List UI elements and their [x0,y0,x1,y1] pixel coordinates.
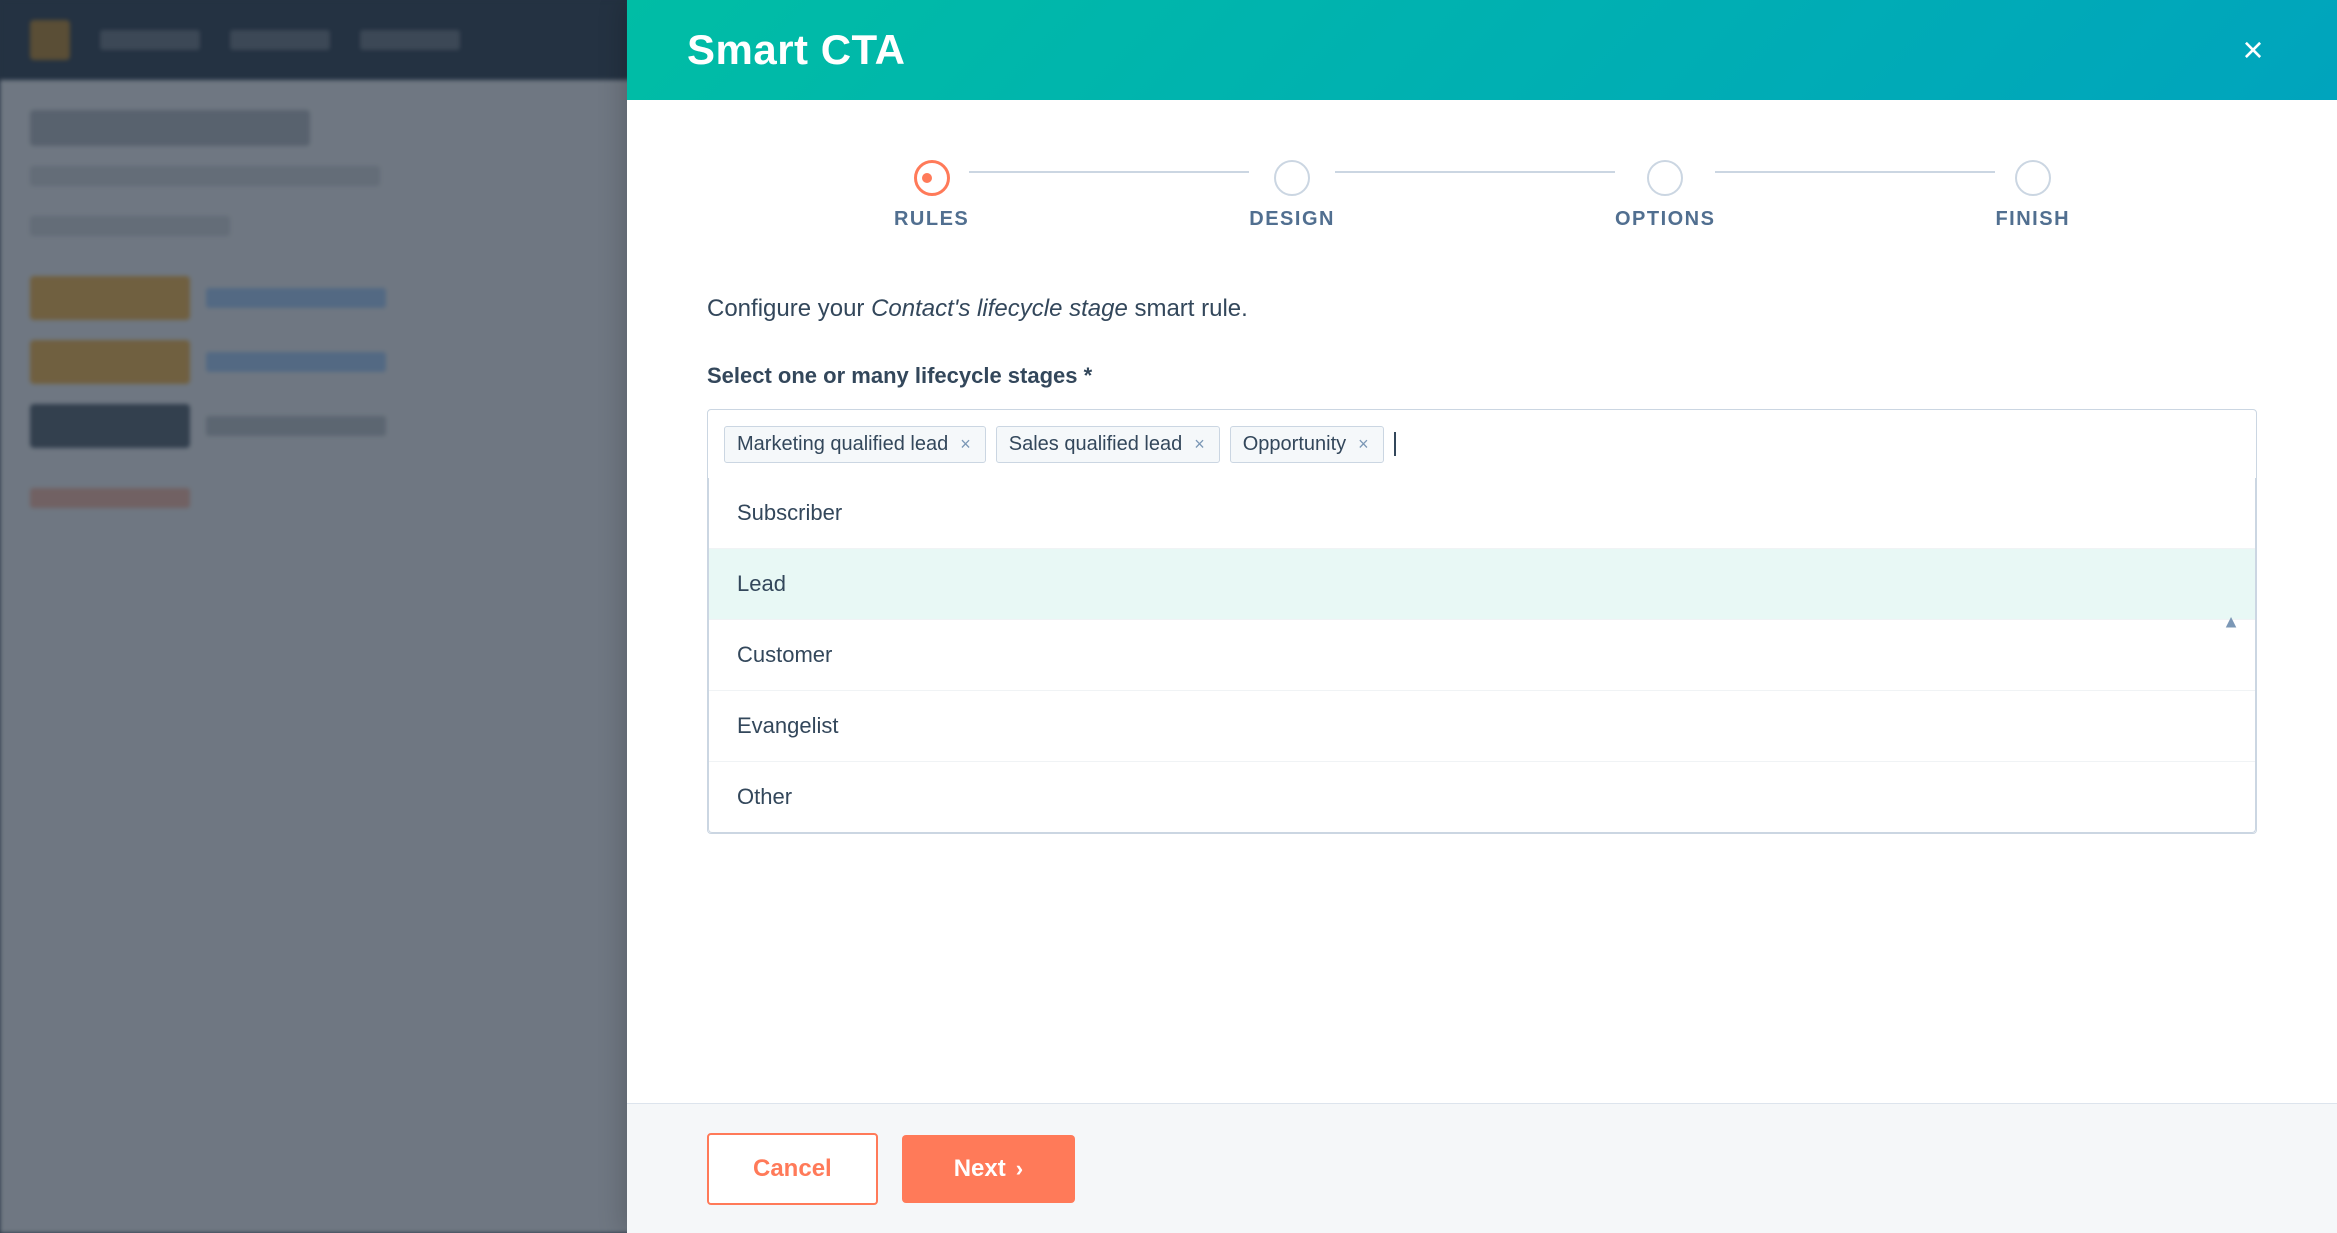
step-options: OPTIONS [1615,160,1716,231]
lifecycle-multiselect[interactable]: Marketing qualified lead × Sales qualifi… [707,409,2257,834]
description-italic: Contact's lifecycle stage [871,295,1128,322]
step-label-design: DESIGN [1249,208,1335,231]
multiselect-input-row[interactable]: Marketing qualified lead × Sales qualifi… [708,410,2256,478]
step-design: DESIGN [1249,160,1335,231]
multiselect-chevron[interactable]: ▲ [2222,611,2240,632]
multiselect-cursor [1394,432,1396,456]
step-finish: FINISH [1995,160,2070,231]
smart-cta-modal: Smart CTA × RULES DESIGN [627,0,2337,1233]
step-circle-rules [914,160,950,196]
stepper: RULES DESIGN OPTIONS FINISH [707,160,2257,231]
tag-sql-close[interactable]: × [1192,435,1207,453]
close-button[interactable]: × [2229,26,2277,74]
next-button[interactable]: Next › [902,1135,1075,1203]
dropdown-item-evangelist[interactable]: Evangelist [709,690,2255,761]
step-line-1 [969,171,1249,173]
step-label-rules: RULES [894,208,969,231]
tag-opp: Opportunity × [1230,426,1384,463]
dropdown-item-subscriber[interactable]: Subscriber [709,478,2255,548]
step-label-options: OPTIONS [1615,208,1716,231]
cancel-button[interactable]: Cancel [707,1133,878,1205]
next-button-label: Next [954,1155,1006,1183]
dropdown-item-lead[interactable]: Lead [709,548,2255,619]
modal-header: Smart CTA × [627,0,2337,100]
tag-mql-close[interactable]: × [958,435,973,453]
tag-mql-label: Marketing qualified lead [737,433,948,456]
description-after: smart rule. [1128,295,1248,322]
modal-title: Smart CTA [687,26,905,74]
step-line-3 [1715,171,1995,173]
modal-body: RULES DESIGN OPTIONS FINISH C [627,100,2337,1103]
dropdown-item-customer[interactable]: Customer [709,619,2255,690]
step-circle-finish [2015,160,2051,196]
lifecycle-dropdown: Subscriber Lead Customer Evangelist Othe… [708,478,2256,833]
step-circle-design [1274,160,1310,196]
tag-sql-label: Sales qualified lead [1009,433,1182,456]
next-arrow-icon: › [1016,1156,1023,1182]
tag-opp-close[interactable]: × [1356,435,1371,453]
modal-footer: Cancel Next › [627,1103,2337,1233]
tag-opp-label: Opportunity [1243,433,1346,456]
step-rules: RULES [894,160,969,231]
step-line-2 [1335,171,1615,173]
step-label-finish: FINISH [1995,208,2070,231]
dropdown-item-other[interactable]: Other [709,761,2255,832]
section-label: Select one or many lifecycle stages * [707,363,2257,389]
description-text: Configure your Contact's lifecycle stage… [707,291,2257,327]
tag-sql: Sales qualified lead × [996,426,1220,463]
description-before: Configure your [707,295,871,322]
tag-mql: Marketing qualified lead × [724,426,986,463]
step-circle-options [1647,160,1683,196]
